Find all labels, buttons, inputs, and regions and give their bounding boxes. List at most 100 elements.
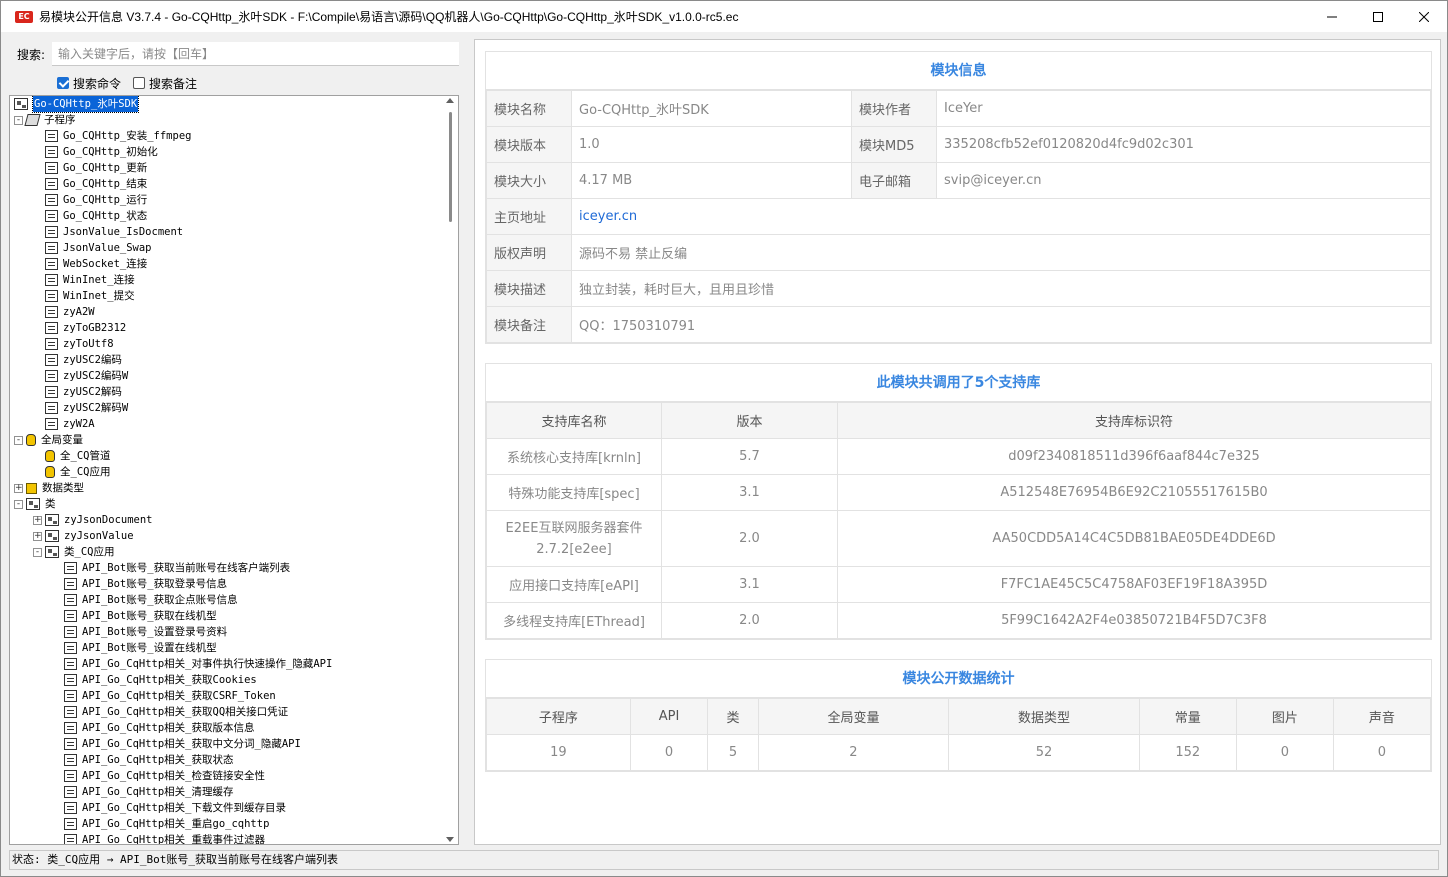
subprogram-icon bbox=[45, 210, 58, 222]
homepage-cell: iceyer.cn bbox=[571, 198, 1431, 235]
lib-name: 应用接口支持库[eAPI] bbox=[486, 566, 662, 603]
tree-node-method[interactable]: API_Go_CqHttp相关_获取CSRF_Token bbox=[52, 688, 276, 704]
tree-node-method[interactable]: API_Go_CqHttp相关_获取中文分词_隐藏API bbox=[52, 736, 301, 752]
tree-node-class[interactable]: - 类_CQ应用 bbox=[33, 544, 114, 560]
search-command-label: 搜索命令 bbox=[73, 76, 122, 91]
collapse-icon[interactable]: - bbox=[33, 547, 42, 557]
lib-id: 5F99C1642A2F4e03850721B4F5D7C3F8 bbox=[837, 602, 1431, 639]
expand-icon[interactable]: + bbox=[14, 483, 23, 493]
tree-node-method[interactable]: API_Go_CqHttp相关_对事件执行快速操作_隐藏API bbox=[52, 656, 332, 672]
tree-node-method[interactable]: API_Go_CqHttp相关_获取版本信息 bbox=[52, 720, 255, 736]
search-input[interactable] bbox=[52, 42, 459, 66]
close-button[interactable] bbox=[1401, 1, 1447, 32]
tree-node-subprogram[interactable]: Go_CQHttp_运行 bbox=[33, 192, 147, 208]
tree-node-method[interactable]: API_Bot账号_设置登录号资料 bbox=[52, 624, 227, 640]
maximize-button[interactable] bbox=[1355, 1, 1401, 32]
subprogram-icon bbox=[45, 386, 58, 398]
tree-node-classes[interactable]: -类 bbox=[14, 496, 56, 512]
tree-node-method[interactable]: API_Go_CqHttp相关_获取Cookies bbox=[52, 672, 257, 688]
tree-node-subprogram[interactable]: zyUSC2编码 bbox=[33, 352, 122, 368]
collapse-icon[interactable]: - bbox=[14, 435, 23, 445]
tree-node-label: API_Go_CqHttp相关_检查链接安全性 bbox=[82, 770, 266, 782]
tree-node-label: zyJsonDocument bbox=[64, 514, 153, 526]
method-icon bbox=[64, 706, 77, 718]
homepage-link[interactable]: iceyer.cn bbox=[579, 209, 637, 224]
tree-node-method[interactable]: API_Go_CqHttp相关_重启go_cqhttp bbox=[52, 816, 269, 832]
tree-node-subprogram[interactable]: Go_CQHttp_安装_ffmpeg bbox=[33, 128, 191, 144]
tree-node-method[interactable]: API_Bot账号_获取登录号信息 bbox=[52, 576, 227, 592]
class-icon bbox=[45, 530, 59, 542]
search-command-checkbox[interactable]: 搜索命令 bbox=[57, 75, 121, 92]
tree-node-method[interactable]: API_Bot账号_获取在线机型 bbox=[52, 608, 217, 624]
tree-node-subprogram[interactable]: JsonValue_IsDocment bbox=[33, 224, 183, 240]
stats-value: 0 bbox=[1235, 734, 1334, 771]
tree-node-globals[interactable]: - 全局变量 bbox=[14, 432, 83, 448]
tree-node-label: Go_CQHttp_状态 bbox=[63, 210, 148, 222]
variable-icon bbox=[45, 466, 55, 478]
tree-node-class[interactable]: + zyJsonValue bbox=[33, 528, 134, 544]
subprogram-icon bbox=[45, 242, 58, 254]
tree-node-global[interactable]: 全_CQ应用 bbox=[33, 464, 110, 480]
info-key: 电子邮箱 bbox=[851, 162, 937, 199]
module-tree[interactable]: Go-CQHttp_氷叶SDK - 子程序 Go_CQHttp_安装_ffmpeg Go… bbox=[9, 95, 459, 845]
tree-node-global[interactable]: 全_CQ管道 bbox=[33, 448, 110, 464]
tree-node-method[interactable]: API_Go_CqHttp相关_清理缓存 bbox=[52, 784, 234, 800]
method-icon bbox=[64, 642, 77, 654]
tree-node-method[interactable]: API_Go_CqHttp相关_检查链接安全性 bbox=[52, 768, 265, 784]
variable-icon bbox=[45, 450, 55, 462]
tree-node-method[interactable]: API_Go_CqHttp相关_获取QQ相关接口凭证 bbox=[52, 704, 288, 720]
tree-node-method[interactable]: API_Bot账号_设置在线机型 bbox=[52, 640, 217, 656]
tree-node-method[interactable]: API_Go_CqHttp相关_下载文件到缓存目录 bbox=[52, 800, 286, 816]
tree-node-subprogram[interactable]: zyUSC2解码 bbox=[33, 384, 122, 400]
tree-node-method[interactable]: API_Bot账号_获取企点账号信息 bbox=[52, 592, 238, 608]
scroll-thumb[interactable] bbox=[449, 112, 452, 222]
tree-node-subprogram[interactable]: WebSocket_连接 bbox=[33, 256, 147, 272]
search-remark-checkbox[interactable]: 搜索备注 bbox=[133, 75, 197, 92]
subprogram-icon bbox=[45, 194, 58, 206]
description-key: 模块描述 bbox=[486, 270, 572, 307]
tree-node-subprogram[interactable]: zyToUtf8 bbox=[33, 336, 114, 352]
scroll-down-arrow-icon[interactable] bbox=[446, 837, 454, 842]
tree-node-subprogram[interactable]: JsonValue_Swap bbox=[33, 240, 152, 256]
tree-node-subprogram[interactable]: zyA2W bbox=[33, 304, 95, 320]
minimize-button[interactable] bbox=[1309, 1, 1355, 32]
tree-node-subprogram[interactable]: zyUSC2解码W bbox=[33, 400, 128, 416]
support-libs-title: 此模块共调用了5个支持库 bbox=[486, 364, 1431, 402]
tree-node-label: Go-CQHttp_氷叶SDK bbox=[31, 96, 140, 113]
tree-node-subprograms[interactable]: - 子程序 bbox=[14, 112, 76, 128]
collapse-icon[interactable]: - bbox=[14, 115, 23, 125]
tree-node-method[interactable]: API_Go_CqHttp相关_重载事件过滤器 bbox=[52, 832, 265, 844]
collapse-icon[interactable]: - bbox=[14, 499, 23, 509]
expand-icon[interactable]: + bbox=[33, 531, 42, 541]
search-remark-label: 搜索备注 bbox=[149, 76, 198, 91]
tree-node-subprogram[interactable]: Go_CQHttp_结束 bbox=[33, 176, 147, 192]
stats-value: 2 bbox=[757, 734, 950, 771]
subprogram-icon bbox=[45, 306, 58, 318]
tree-node-subprogram[interactable]: WinInet_提交 bbox=[33, 288, 135, 304]
tree-node-label: API_Bot账号_获取企点账号信息 bbox=[82, 594, 238, 606]
expand-icon[interactable]: + bbox=[33, 515, 42, 525]
lib-name: 特殊功能支持库[spec] bbox=[486, 474, 662, 511]
tree-node-subprogram[interactable]: zyUSC2编码W bbox=[33, 368, 128, 384]
tree-node-label: 类_CQ应用 bbox=[64, 546, 115, 558]
tree-node-subprogram[interactable]: WinInet_连接 bbox=[33, 272, 135, 288]
pane-splitter[interactable] bbox=[462, 39, 470, 845]
subprogram-icon bbox=[45, 146, 58, 158]
tree-node-datatypes[interactable]: + 数据类型 bbox=[14, 480, 84, 496]
tree-node-subprogram[interactable]: zyToGB2312 bbox=[33, 320, 126, 336]
tree-node-method[interactable]: API_Bot账号_获取当前账号在线客户端列表 bbox=[52, 560, 290, 576]
stats-value: 5 bbox=[707, 734, 759, 771]
tree-node-subprogram[interactable]: Go_CQHttp_状态 bbox=[33, 208, 147, 224]
tree-node-subprogram[interactable]: Go_CQHttp_更新 bbox=[33, 160, 147, 176]
tree-node-subprogram[interactable]: zyW2A bbox=[33, 416, 95, 432]
tree-node-method[interactable]: API_Go_CqHttp相关_获取状态 bbox=[52, 752, 234, 768]
tree-node-subprogram[interactable]: Go_CQHttp_初始化 bbox=[33, 144, 158, 160]
status-bar: 状态: 类_CQ应用 → API_Bot账号_获取当前账号在线客户端列表 bbox=[9, 850, 1439, 870]
datatype-icon bbox=[26, 482, 37, 494]
tree-node-label: zyToGB2312 bbox=[63, 322, 127, 334]
tree-scrollbar[interactable] bbox=[441, 96, 458, 844]
scroll-up-arrow-icon[interactable] bbox=[446, 98, 454, 103]
subprogram-icon bbox=[45, 338, 58, 350]
tree-node-root[interactable]: Go-CQHttp_氷叶SDK bbox=[14, 96, 140, 113]
tree-node-class[interactable]: + zyJsonDocument bbox=[33, 512, 153, 528]
